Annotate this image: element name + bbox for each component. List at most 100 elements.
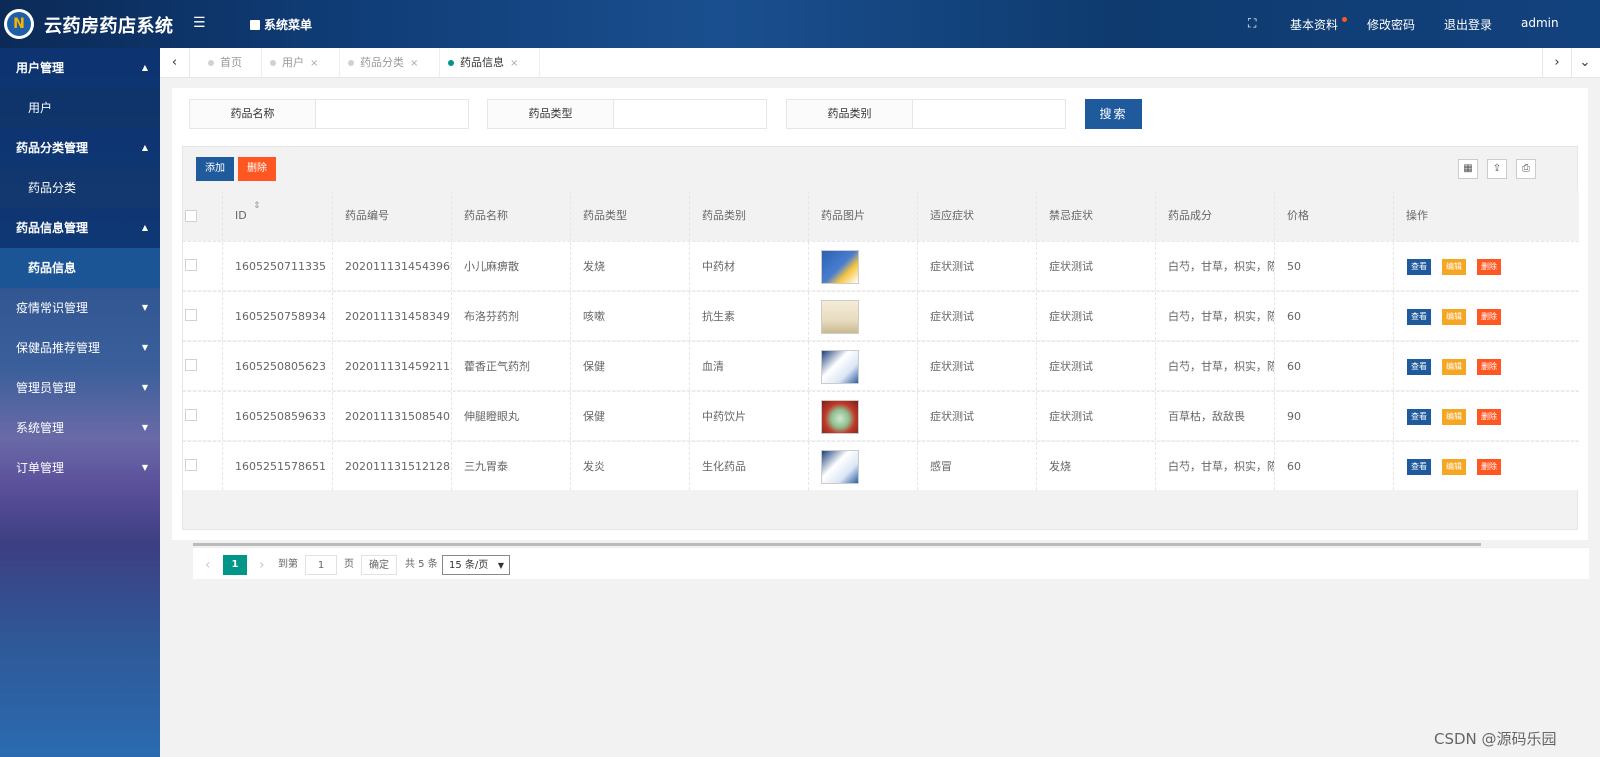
system-menu-button[interactable]: 系统菜单 xyxy=(250,16,312,33)
tab-dot xyxy=(348,60,354,66)
drug-image[interactable] xyxy=(821,450,859,484)
main-content: 药品名称 药品类型 药品类别 搜索 添加 删除 ▦ ⇪ ⎙ ID ⇕ 药品编号 药… xyxy=(172,88,1589,579)
chevron-down-icon: ▼ xyxy=(141,303,148,312)
tab-dot xyxy=(270,60,276,66)
top-header: N 云药房药店系统 ☰ 系统菜单 ⛶ 基本资料 修改密码 退出登录 admin xyxy=(0,0,1600,48)
sidebar-item-drug-info[interactable]: 药品信息 xyxy=(0,248,160,288)
page-size-select[interactable]: 15 条/页 ▼ xyxy=(442,555,510,575)
tabs-next-icon[interactable]: › xyxy=(1542,48,1572,78)
view-button[interactable]: 查看 xyxy=(1407,309,1431,325)
fullscreen-icon[interactable]: ⛶ xyxy=(1248,16,1256,31)
edit-button[interactable]: 编辑 xyxy=(1442,359,1466,375)
app-title: 云药房药店系统 xyxy=(44,16,174,37)
chevron-down-icon: ▼ xyxy=(141,383,148,392)
prev-page-icon[interactable]: ‹ xyxy=(205,555,211,575)
change-password-link[interactable]: 修改密码 xyxy=(1367,16,1415,33)
sidebar-group-epidemic[interactable]: 疫情常识管理 ▼ xyxy=(0,288,160,328)
tab-home[interactable]: 首页 xyxy=(200,48,262,78)
sidebar-group-drug-info-mgmt[interactable]: 药品信息管理 ▲ xyxy=(0,208,160,248)
close-icon[interactable]: × xyxy=(310,58,318,69)
page-1-button[interactable]: 1 xyxy=(223,555,247,575)
sidebar-group-category-mgmt[interactable]: 药品分类管理 ▲ xyxy=(0,128,160,168)
horizontal-scrollbar[interactable] xyxy=(193,543,1481,546)
close-icon[interactable]: × xyxy=(510,58,518,69)
app-logo: N xyxy=(4,9,34,39)
basic-info-link[interactable]: 基本资料 xyxy=(1290,16,1338,33)
delete-button[interactable]: 删除 xyxy=(1477,459,1501,475)
chevron-up-icon: ▲ xyxy=(141,223,148,232)
columns-icon[interactable]: ▦ xyxy=(1458,159,1478,179)
delete-button[interactable]: 删除 xyxy=(1477,359,1501,375)
search-name-field: 药品名称 xyxy=(189,99,469,129)
tab-user[interactable]: 用户 × xyxy=(262,48,340,78)
notification-dot xyxy=(1342,17,1347,22)
drug-image[interactable] xyxy=(821,250,859,284)
row-checkbox[interactable] xyxy=(185,409,197,421)
drug-image[interactable] xyxy=(821,350,859,384)
view-button[interactable]: 查看 xyxy=(1407,409,1431,425)
table-header: ID ⇕ 药品编号 药品名称 药品类型 药品类别 药品图片 适应症状 禁忌症状 药… xyxy=(183,191,1579,241)
goto-page-input[interactable]: 1 xyxy=(305,555,337,575)
watermark: CSDN @源码乐园 xyxy=(1434,730,1557,748)
edit-button[interactable]: 编辑 xyxy=(1442,409,1466,425)
tab-dot xyxy=(448,60,454,66)
row-checkbox[interactable] xyxy=(185,459,197,471)
row-checkbox[interactable] xyxy=(185,309,197,321)
tab-drug-info[interactable]: 药品信息 × xyxy=(440,48,540,78)
chevron-down-icon: ▼ xyxy=(497,561,504,570)
add-button[interactable]: 添加 xyxy=(196,157,234,181)
select-all-checkbox[interactable] xyxy=(185,210,197,222)
edit-button[interactable]: 编辑 xyxy=(1442,309,1466,325)
drug-image[interactable] xyxy=(821,400,859,434)
chevron-up-icon: ▲ xyxy=(141,143,148,152)
drug-type-input[interactable] xyxy=(615,100,765,128)
chevron-down-icon: ▼ xyxy=(141,423,148,432)
menu-toggle-icon[interactable]: ☰ xyxy=(193,15,206,31)
view-button[interactable]: 查看 xyxy=(1407,459,1431,475)
total-count: 共 5 条 xyxy=(405,559,438,570)
print-icon[interactable]: ⎙ xyxy=(1516,159,1536,179)
tabs-more-icon[interactable]: ⌄ xyxy=(1570,48,1600,78)
sidebar-group-health-products[interactable]: 保健品推荐管理 ▼ xyxy=(0,328,160,368)
row-checkbox[interactable] xyxy=(185,359,197,371)
delete-button[interactable]: 删除 xyxy=(1477,309,1501,325)
chevron-down-icon: ▼ xyxy=(141,463,148,472)
close-icon[interactable]: × xyxy=(410,58,418,69)
logout-link[interactable]: 退出登录 xyxy=(1444,16,1492,33)
pagination: ‹ 1 › 到第 1 页 确定 共 5 条 15 条/页 ▼ xyxy=(193,547,1589,579)
sidebar-item-category[interactable]: 药品分类 xyxy=(0,168,160,208)
view-button[interactable]: 查看 xyxy=(1407,359,1431,375)
drug-image[interactable] xyxy=(821,300,859,334)
sidebar-group-admin[interactable]: 管理员管理 ▼ xyxy=(0,368,160,408)
tabs-bar: ‹ 首页 用户 × 药品分类 × 药品信息 × › ⌄ xyxy=(160,48,1600,78)
sidebar-group-system[interactable]: 系统管理 ▼ xyxy=(0,408,160,448)
row-checkbox[interactable] xyxy=(185,259,197,271)
tab-drug-category[interactable]: 药品分类 × xyxy=(340,48,440,78)
tabs-prev-icon[interactable]: ‹ xyxy=(160,48,190,78)
edit-button[interactable]: 编辑 xyxy=(1442,459,1466,475)
export-icon[interactable]: ⇪ xyxy=(1487,159,1507,179)
sidebar-item-user[interactable]: 用户 xyxy=(0,88,160,128)
chevron-down-icon: ▼ xyxy=(141,343,148,352)
table-row: 1605250758934 20201113145834915 布洛芬药剂 咳嗽… xyxy=(183,291,1579,340)
view-button[interactable]: 查看 xyxy=(1407,259,1431,275)
sidebar-group-orders[interactable]: 订单管理 ▼ xyxy=(0,448,160,488)
search-button[interactable]: 搜索 xyxy=(1085,99,1142,129)
goto-confirm-button[interactable]: 确定 xyxy=(361,555,397,575)
data-table: 添加 删除 ▦ ⇪ ⎙ ID ⇕ 药品编号 药品名称 药品类型 药品类别 药品图片… xyxy=(182,146,1589,579)
menu-icon xyxy=(250,20,260,30)
batch-delete-button[interactable]: 删除 xyxy=(238,157,276,181)
edit-button[interactable]: 编辑 xyxy=(1442,259,1466,275)
sidebar: 用户管理 ▲ 用户 药品分类管理 ▲ 药品分类 药品信息管理 ▲ 药品信息 疫情常识管… xyxy=(0,48,160,757)
sidebar-group-user-mgmt[interactable]: 用户管理 ▲ xyxy=(0,48,160,88)
table-row: 1605250805623 20201113145921175 藿香正气药剂 保… xyxy=(183,341,1579,390)
drug-category-input[interactable] xyxy=(914,100,1064,128)
table-row: 1605251578651 20201113151212833 三九胃泰 发炎 … xyxy=(183,441,1579,490)
next-page-icon[interactable]: › xyxy=(259,555,265,575)
sort-icon[interactable]: ⇕ xyxy=(253,191,261,231)
delete-button[interactable]: 删除 xyxy=(1477,259,1501,275)
drug-name-input[interactable] xyxy=(317,100,467,128)
delete-button[interactable]: 删除 xyxy=(1477,409,1501,425)
header-id[interactable]: ID ⇕ xyxy=(223,191,333,241)
user-menu[interactable]: admin xyxy=(1521,16,1559,30)
